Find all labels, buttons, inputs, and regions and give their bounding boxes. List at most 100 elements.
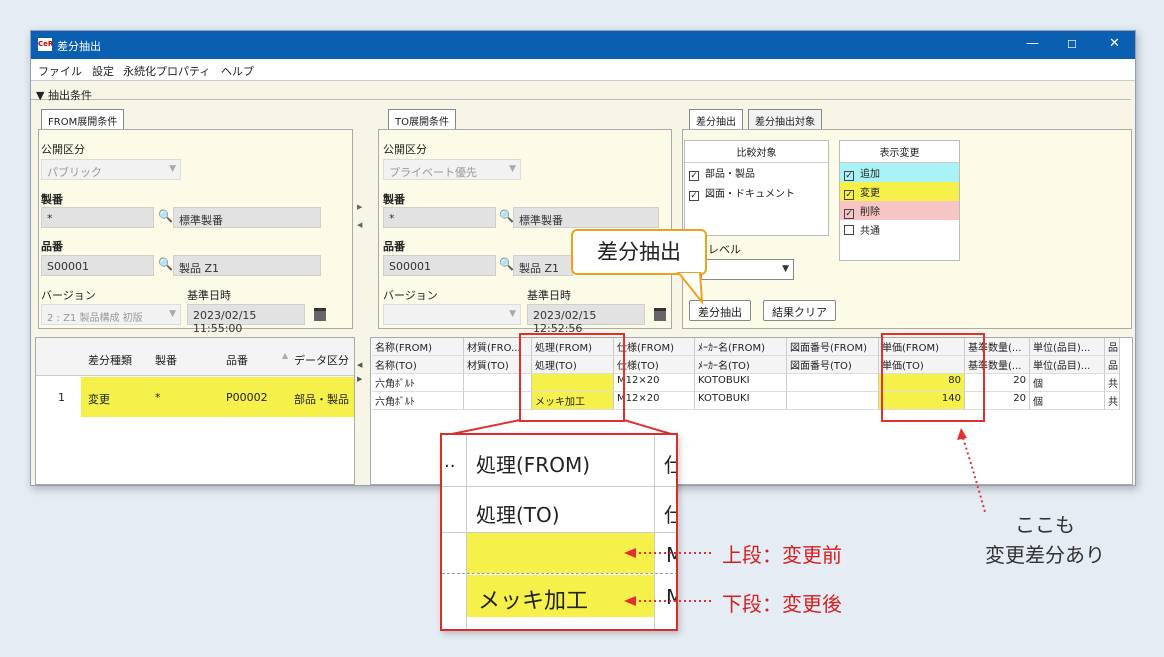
to-seiban-label: 製番 xyxy=(383,193,405,206)
grid-header-cell[interactable]: 名称(TO) xyxy=(372,356,464,374)
display-change-header: 表示変更 xyxy=(840,141,959,163)
to-hinban-name: 製品 Z1 xyxy=(513,255,573,276)
col-data-kind[interactable]: データ区分 xyxy=(294,352,352,368)
note-line-2: 変更差分あり xyxy=(985,543,1105,567)
tab-diff-extract[interactable]: 差分抽出 xyxy=(689,109,743,129)
col-seiban[interactable]: 製番 xyxy=(155,352,177,368)
diff-list-grid: 差分種類 製番 品番 ▲ データ区分 1 変更 * P00002 部品・製品 xyxy=(35,337,355,485)
grid-header-cell[interactable]: ﾒｰｶｰ名(FROM) xyxy=(695,338,787,356)
highlight-process-column xyxy=(519,333,625,422)
maximize-icon[interactable]: ☐ xyxy=(1067,38,1077,51)
window-title: 差分抽出 xyxy=(57,40,101,53)
grid-header-cell[interactable]: 単位(品目)... xyxy=(1030,356,1105,374)
chevron-down-icon: ▼ xyxy=(782,264,789,274)
calendar-icon[interactable] xyxy=(654,308,666,321)
grid-cell: 共 xyxy=(1105,374,1120,392)
grid-cell xyxy=(787,392,879,410)
grid-cell: 個 xyxy=(1030,392,1105,410)
title-bar: CeR 差分抽出 — ☐ ✕ xyxy=(31,31,1135,59)
to-date-label: 基準日時 xyxy=(527,289,571,302)
sort-asc-icon[interactable]: ▲ xyxy=(282,351,288,360)
to-date-input[interactable]: 2023/02/15 12:52:56 xyxy=(527,304,645,335)
menu-file[interactable]: ファイル xyxy=(38,63,82,79)
display-item[interactable]: 共通 xyxy=(840,220,959,239)
display-change-box: 表示変更 ✓ 追加 ✓ 変更 ✓ 削除 共通 xyxy=(839,140,960,261)
arrow-right-icon[interactable]: ▶ xyxy=(357,375,362,383)
display-item[interactable]: ✓ 削除 xyxy=(840,201,959,220)
close-icon[interactable]: ✕ xyxy=(1109,36,1120,51)
from-seiban-input[interactable]: * xyxy=(41,207,154,228)
display-item-label: 削除 xyxy=(860,207,880,218)
arrow-left-icon[interactable]: ◀ xyxy=(357,361,362,369)
from-visibility-select[interactable]: パブリック ▼ xyxy=(41,159,181,180)
col-hinban[interactable]: 品番 xyxy=(226,352,248,368)
grid-header-cell[interactable]: 単位(品目)... xyxy=(1030,338,1105,356)
grid-cell xyxy=(787,374,879,392)
grid-cell: M12×20 xyxy=(614,392,695,410)
display-item-label: 追加 xyxy=(860,169,880,180)
arrow-right-icon[interactable]: ▶ xyxy=(357,203,362,211)
arrow-left-icon[interactable]: ◀ xyxy=(357,221,362,229)
checkbox-checked-icon: ✓ xyxy=(689,191,699,201)
clear-results-button[interactable]: 結果クリア xyxy=(763,300,836,321)
grid-header-cell[interactable]: 品 xyxy=(1105,356,1120,374)
to-seiban-name: 標準製番 xyxy=(513,207,659,228)
note-arrow xyxy=(957,428,986,513)
grid-header-cell[interactable]: 仕様(FROM) xyxy=(614,338,695,356)
grid-header-cell[interactable]: 図面番号(TO) xyxy=(787,356,879,374)
to-visibility-select[interactable]: プライベート優先 ▼ xyxy=(383,159,521,180)
compare-item-drawings[interactable]: ✓ 図面・ドキュメント xyxy=(685,183,828,203)
level-select[interactable]: ▼ xyxy=(701,259,794,280)
display-item[interactable]: ✓ 変更 xyxy=(840,182,959,201)
search-icon[interactable]: 🔍 xyxy=(499,257,514,271)
calendar-icon[interactable] xyxy=(314,308,326,321)
highlight-price-column xyxy=(881,333,985,422)
menu-settings[interactable]: 設定 xyxy=(92,63,114,79)
minimize-icon[interactable]: — xyxy=(1026,36,1039,51)
conditions-header[interactable]: ▼ 抽出条件 xyxy=(31,86,1131,102)
menu-bar: ファイル 設定 永続化プロパティ ヘルプ xyxy=(31,59,1135,81)
search-icon[interactable]: 🔍 xyxy=(499,209,514,223)
row-seiban: * xyxy=(155,391,161,404)
menu-persistence[interactable]: 永続化プロパティ xyxy=(123,63,210,79)
chevron-down-icon: ▼ xyxy=(509,164,516,174)
annotation-lower-after: 下段：変更後 xyxy=(722,592,842,616)
from-hinban-name: 製品 Z1 xyxy=(173,255,321,276)
menu-help[interactable]: ヘルプ xyxy=(221,63,254,79)
compare-item-label: 部品・製品 xyxy=(705,169,755,180)
from-seiban-label: 製番 xyxy=(41,193,63,206)
search-icon[interactable]: 🔍 xyxy=(158,209,173,223)
from-hinban-input[interactable]: S00001 xyxy=(41,255,154,276)
grid-header-cell[interactable]: 図面番号(FROM) xyxy=(787,338,879,356)
tab-to-conditions[interactable]: TO展開条件 xyxy=(388,109,456,129)
search-icon[interactable]: 🔍 xyxy=(158,257,173,271)
grid-header-cell[interactable]: 仕様(TO) xyxy=(614,356,695,374)
compare-box: 比較対象 ✓ 部品・製品 ✓ 図面・ドキュメント xyxy=(684,140,829,236)
chevron-down-icon: ▼ xyxy=(509,309,516,319)
to-visibility-value: プライベート優先 xyxy=(389,166,477,179)
grid-cell: KOTOBUKI xyxy=(695,392,787,410)
to-version-select[interactable]: ▼ xyxy=(383,304,521,325)
grid-header-cell[interactable]: ﾒｰｶｰ名(TO) xyxy=(695,356,787,374)
display-item-label: 共通 xyxy=(860,226,880,237)
to-hinban-input[interactable]: S00001 xyxy=(383,255,496,276)
checkbox-checked-icon: ✓ xyxy=(844,209,854,219)
col-diff-kind[interactable]: 差分種類 xyxy=(88,352,132,368)
app-logo-icon: CeR xyxy=(38,38,53,51)
from-version-select[interactable]: 2 : Z1 製品構成 初版 ▼ xyxy=(41,304,181,325)
from-date-input[interactable]: 2023/02/15 11:55:00 xyxy=(187,304,305,335)
from-date-label: 基準日時 xyxy=(187,289,231,302)
compare-item-parts[interactable]: ✓ 部品・製品 xyxy=(685,163,828,183)
tab-from-conditions[interactable]: FROM展開条件 xyxy=(41,109,125,129)
conditions-toggle-label: ▼ 抽出条件 xyxy=(36,89,92,102)
compare-item-label: 図面・ドキュメント xyxy=(705,189,795,200)
grid-header-cell[interactable]: 品 xyxy=(1105,338,1120,356)
to-seiban-input[interactable]: * xyxy=(383,207,496,228)
grid-cell: 六角ﾎﾞﾙﾄ xyxy=(372,392,464,410)
grid-header-cell[interactable]: 名称(FROM) xyxy=(372,338,464,356)
display-item[interactable]: ✓ 追加 xyxy=(840,163,959,182)
tab-diff-targets[interactable]: 差分抽出対象 xyxy=(748,109,822,129)
zoom-header-from: 処理(FROM) xyxy=(476,453,591,477)
callout-extract: 差分抽出 xyxy=(571,229,707,275)
checkbox-unchecked-icon xyxy=(844,225,854,235)
